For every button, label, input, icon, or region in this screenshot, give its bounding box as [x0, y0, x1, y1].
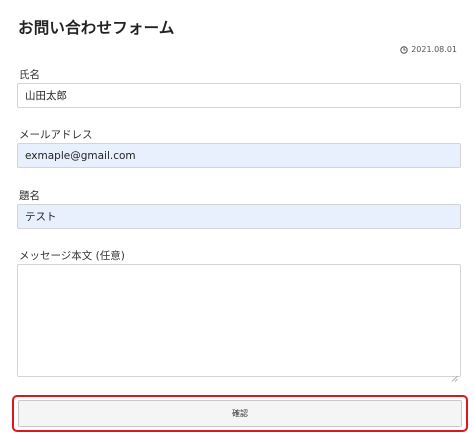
post-date: 2021.08.01 [400, 45, 457, 54]
subject-input-value: テスト [25, 211, 57, 223]
contact-form-page: お問い合わせフォーム 2021.08.01 氏名 山田太郎 メールアドレス ex… [0, 0, 474, 446]
name-input[interactable]: 山田太郎 [17, 83, 461, 108]
message-textarea[interactable] [17, 264, 461, 382]
message-label: メッセージ本文 (任意) [19, 250, 125, 262]
email-input[interactable]: exmaple@gmail.com [17, 143, 461, 168]
date-text: 2021.08.01 [411, 45, 457, 54]
name-label: 氏名 [19, 69, 40, 81]
page-title: お問い合わせフォーム [18, 19, 175, 37]
clock-icon [400, 45, 408, 54]
subject-label: 題名 [19, 190, 40, 202]
email-input-value: exmaple@gmail.com [25, 149, 136, 162]
resize-handle-icon[interactable] [451, 367, 458, 382]
subject-input[interactable]: テスト [17, 204, 461, 229]
email-label: メールアドレス [19, 129, 93, 141]
name-input-value: 山田太郎 [25, 90, 67, 102]
confirm-button[interactable]: 確認 [18, 400, 462, 427]
